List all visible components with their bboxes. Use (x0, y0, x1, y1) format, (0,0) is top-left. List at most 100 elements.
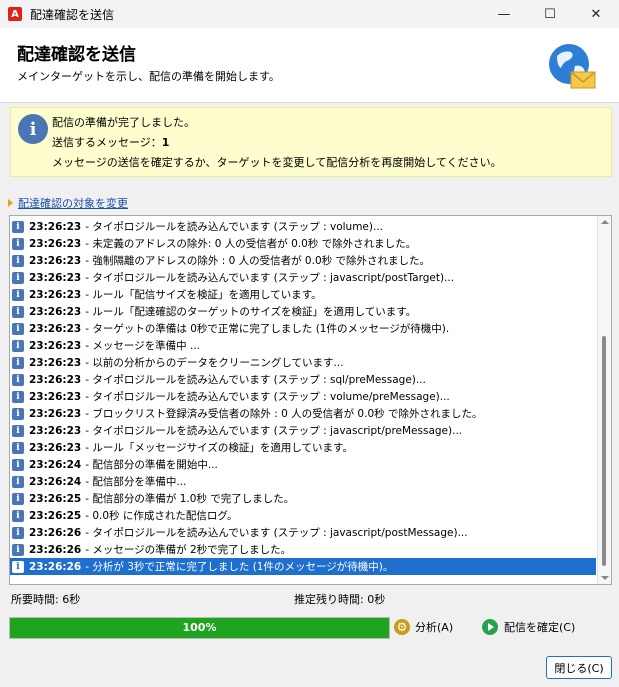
log-list[interactable]: i 23:26:23- タイポロジルールを読み込んでいます (ステップ : vol… (9, 215, 612, 585)
log-time: 23:26:23 (29, 237, 82, 250)
info-messages: 送信するメッセージ：1 (52, 134, 169, 150)
info-icon: i (12, 220, 24, 233)
log-row[interactable]: i 23:26:24- 配信部分の準備を開始中... (10, 456, 596, 473)
log-message: - ルール「配信サイズを検証」を適用しています。 (85, 289, 322, 301)
globe-mail-icon (549, 44, 596, 89)
log-time: 23:26:23 (29, 288, 82, 301)
confirm-delivery-button[interactable]: 配信を確定(C) (482, 619, 575, 635)
info-icon: i (12, 492, 24, 505)
log-message: - 配信部分の準備が 1.0秒 で完了しました。 (85, 493, 295, 505)
log-row[interactable]: i 23:26:23- ターゲットの準備は 0秒で正常に完了しました (1件のメッ… (10, 320, 596, 337)
log-message: - タイポロジルールを読み込んでいます (ステップ : javascript/p… (85, 425, 463, 437)
log-row[interactable]: i 23:26:26- 分析が 3秒で正常に完了しました (1件のメッセージが待機… (10, 558, 596, 575)
info-messages-count: 1 (161, 136, 170, 149)
log-row[interactable]: i 23:26:23- 以前の分析からのデータをクリーニングしています... (10, 354, 596, 371)
log-row[interactable]: i 23:26:25- 0.0秒 に作成された配信ログ。 (10, 507, 596, 524)
log-row[interactable]: i 23:26:23- タイポロジルールを読み込んでいます (ステップ : sql… (10, 371, 596, 388)
log-row[interactable]: i 23:26:24- 配信部分を準備中... (10, 473, 596, 490)
play-icon (482, 619, 498, 635)
log-row[interactable]: i 23:26:23- タイポロジルールを読み込んでいます (ステップ : vol… (10, 218, 596, 235)
analyze-button-label: 分析(A) (415, 621, 454, 634)
log-row[interactable]: i 23:26:25- 配信部分の準備が 1.0秒 で完了しました。 (10, 490, 596, 507)
log-time: 23:26:23 (29, 220, 82, 233)
gear-icon: ⚙ (394, 619, 410, 635)
info-icon: i (12, 271, 24, 284)
log-row[interactable]: i 23:26:23- 未定義のアドレスの除外: 0 人の受信者が 0.0秒 で除… (10, 235, 596, 252)
log-row[interactable]: i 23:26:23- ルール「メッセージサイズの検証」を適用しています。 (10, 439, 596, 456)
log-time: 23:26:23 (29, 424, 82, 437)
analyze-button[interactable]: ⚙ 分析(A) (394, 619, 453, 635)
info-icon: i (12, 254, 24, 267)
log-scrollbar[interactable] (597, 216, 611, 584)
log-time: 23:26:23 (29, 441, 82, 454)
title-bar: A 配達確認を送信 — ☐ ✕ (0, 0, 619, 28)
window-controls: — ☐ ✕ (481, 0, 619, 28)
info-instruction-text: メッセージの送信を確定するか、ターゲットを変更して配信分析を再度開始してください… (52, 156, 502, 169)
log-time: 23:26:23 (29, 407, 82, 420)
log-row[interactable]: i 23:26:26- タイポロジルールを読み込んでいます (ステップ : jav… (10, 524, 596, 541)
log-row[interactable]: i 23:26:23- メッセージを準備中 ... (10, 337, 596, 354)
log-time: 23:26:25 (29, 509, 82, 522)
info-icon: i (12, 339, 24, 352)
remaining-time: 推定残り時間: 0秒 (294, 593, 386, 606)
maximize-button[interactable]: ☐ (527, 0, 573, 28)
log-row[interactable]: i 23:26:23- 強制隔離のアドレスの除外 : 0 人の受信者が 0.0秒 … (10, 252, 596, 269)
log-time: 23:26:26 (29, 526, 82, 539)
log-message: - タイポロジルールを読み込んでいます (ステップ : volume)... (85, 221, 383, 233)
log-row[interactable]: i 23:26:23- タイポロジルールを読み込んでいます (ステップ : jav… (10, 422, 596, 439)
close-button[interactable]: 閉じる(C) (546, 656, 612, 679)
log-row[interactable]: i 23:26:23- ブロックリスト登録済み受信者の除外 : 0 人の受信者が … (10, 405, 596, 422)
log-message: - メッセージの準備が 2秒で完了しました。 (85, 544, 292, 556)
log-time: 23:26:23 (29, 390, 82, 403)
info-ready-text: 配信の準備が完了しました。 (52, 116, 195, 129)
log-message: - 配信部分の準備を開始中... (85, 459, 218, 471)
close-window-button[interactable]: ✕ (573, 0, 619, 28)
info-icon: i (12, 543, 24, 556)
log-message: - 強制隔離のアドレスの除外 : 0 人の受信者が 0.0秒 で除外されました。 (85, 255, 430, 267)
log-message: - タイポロジルールを読み込んでいます (ステップ : javascript/p… (85, 272, 455, 284)
log-message: - メッセージを準備中 ... (85, 340, 201, 352)
log-row[interactable]: i 23:26:23- ルール「配達確認のターゲットのサイズを検証」を適用していま… (10, 303, 596, 320)
log-row[interactable]: i 23:26:26- メッセージの準備が 2秒で完了しました。 (10, 541, 596, 558)
info-icon: i (12, 526, 24, 539)
log-message: - 配信部分を準備中... (85, 476, 187, 488)
info-icon: i (12, 322, 24, 335)
scroll-down-icon[interactable] (601, 576, 609, 580)
log-time: 23:26:23 (29, 271, 82, 284)
app-logo-icon: A (8, 7, 22, 21)
scroll-thumb[interactable] (602, 336, 606, 566)
log-time: 23:26:23 (29, 254, 82, 267)
minimize-button[interactable]: — (481, 0, 527, 28)
window-title: 配達確認を送信 (30, 7, 115, 22)
info-icon: i (12, 441, 24, 454)
elapsed-time: 所要時間: 6秒 (11, 593, 81, 606)
info-icon: i (12, 305, 24, 318)
log-message: - ルール「配達確認のターゲットのサイズを検証」を適用しています。 (85, 306, 417, 318)
log-time: 23:26:24 (29, 475, 82, 488)
log-row[interactable]: i 23:26:23- ルール「配信サイズを検証」を適用しています。 (10, 286, 596, 303)
log-time: 23:26:26 (29, 543, 82, 556)
log-message: - タイポロジルールを読み込んでいます (ステップ : sql/preMessa… (85, 374, 426, 386)
log-time: 23:26:23 (29, 305, 82, 318)
dialog-subtitle: メインターゲットを示し、配信の準備を開始します。 (17, 70, 280, 83)
scroll-up-icon[interactable] (601, 220, 609, 224)
log-row[interactable]: i 23:26:23- タイポロジルールを読み込んでいます (ステップ : vol… (10, 388, 596, 405)
dialog-header: 配達確認を送信 メインターゲットを示し、配信の準備を開始します。 (0, 28, 619, 103)
log-time: 23:26:26 (29, 560, 82, 573)
triangle-right-icon (8, 199, 13, 207)
change-target-link[interactable]: 配達確認の対象を変更 (8, 195, 128, 211)
info-icon: i (12, 560, 24, 573)
log-message: - 0.0秒 に作成された配信ログ。 (85, 510, 238, 522)
log-message: - 未定義のアドレスの除外: 0 人の受信者が 0.0秒 で除外されました。 (85, 238, 417, 250)
info-icon: i (12, 237, 24, 250)
log-message: - ターゲットの準備は 0秒で正常に完了しました (1件のメッセージが待機中). (85, 323, 450, 335)
log-time: 23:26:23 (29, 339, 82, 352)
info-icon: i (12, 458, 24, 471)
info-icon: i (12, 407, 24, 420)
log-row[interactable]: i 23:26:23- タイポロジルールを読み込んでいます (ステップ : jav… (10, 269, 596, 286)
confirm-delivery-button-label: 配信を確定(C) (504, 621, 576, 634)
log-message: - 分析が 3秒で正常に完了しました (1件のメッセージが待機中)。 (85, 561, 394, 573)
log-time: 23:26:23 (29, 322, 82, 335)
change-target-link-label: 配達確認の対象を変更 (18, 197, 128, 210)
info-icon: i (12, 475, 24, 488)
